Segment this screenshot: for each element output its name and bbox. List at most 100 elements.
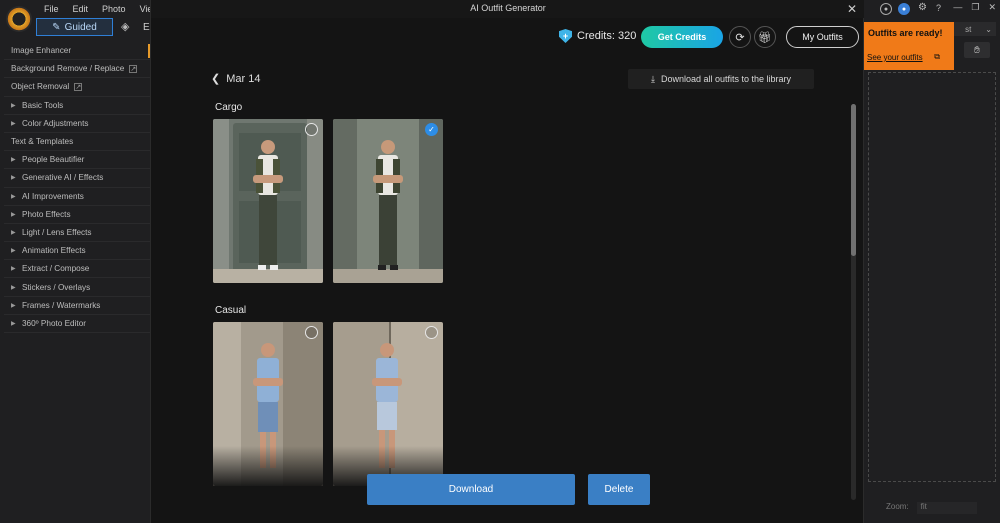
close-icon[interactable]: ✕ <box>847 2 857 16</box>
nav-item-label: Frames / Watermarks <box>22 300 101 310</box>
external-icon: ↗ <box>74 82 83 91</box>
selected-check-icon[interactable]: ✓ <box>425 123 438 136</box>
nav-item[interactable]: ▶ AI Improvements <box>4 188 150 206</box>
chevron-left-icon: ❮ <box>211 73 221 85</box>
close-window-icon[interactable]: ✕ <box>988 2 996 13</box>
outfit-thumbnail[interactable] <box>213 322 323 486</box>
outfit-thumbnail[interactable] <box>213 119 323 283</box>
delete-button[interactable]: Delete <box>588 474 650 505</box>
refresh-icon[interactable]: ⟳ <box>729 26 751 48</box>
tab-guided-label: Guided <box>64 21 97 33</box>
scrollbar-thumb[interactable] <box>851 104 856 256</box>
canvas-area[interactable] <box>868 72 996 482</box>
nav-item-label: Light / Lens Effects <box>22 227 92 237</box>
fade-overlay <box>213 446 323 486</box>
dialog-title: AI Outfit Generator <box>151 0 865 18</box>
nav-item-label: People Beautifier <box>22 155 85 165</box>
outfit-thumbnail[interactable] <box>333 322 443 486</box>
caret-right-icon: ▶ <box>11 248 16 255</box>
download-all-label: Download all outfits to the library <box>660 74 792 84</box>
menu-photo[interactable]: Photo <box>102 4 126 14</box>
nav-item[interactable]: Image Enhancer <box>4 42 150 61</box>
nav-item[interactable]: ▶ 360º Photo Editor <box>4 315 150 333</box>
external-link-icon[interactable]: ⧉ <box>934 52 940 62</box>
nav-item[interactable]: ▶ Photo Effects <box>4 206 150 224</box>
select-checkbox[interactable] <box>305 326 318 339</box>
back-button[interactable]: ❮ Mar 14 <box>211 72 261 86</box>
caret-right-icon: ▶ <box>11 320 16 327</box>
caret-right-icon: ▶ <box>11 193 16 200</box>
see-outfits-link[interactable]: See your outfits <box>867 53 923 62</box>
nav-item-label: Basic Tools <box>22 100 64 110</box>
nav-item[interactable]: Object Removal ↗ <box>4 78 150 97</box>
nav-item-label: Stickers / Overlays <box>22 282 91 292</box>
caret-right-icon: ▶ <box>11 229 16 236</box>
nav-item[interactable]: ▶ Light / Lens Effects <box>4 224 150 243</box>
help-icon[interactable]: ? <box>936 3 941 13</box>
nav-item[interactable]: ▶ Stickers / Overlays <box>4 278 150 297</box>
nav-item[interactable]: ▶ Generative AI / Effects <box>4 169 150 188</box>
outfit-thumbnail[interactable]: ✓ <box>333 119 443 283</box>
section-label-casual: Casual <box>215 305 247 316</box>
app-logo-icon[interactable] <box>6 6 32 32</box>
nav-item-label: Background Remove / Replace <box>11 64 125 74</box>
magic-wand-icon: ✎ <box>52 21 61 33</box>
view-select[interactable]: st ⌄ <box>950 22 996 36</box>
download-all-button[interactable]: ⤓ Download all outfits to the library <box>628 69 814 89</box>
nav-item[interactable]: Text & Templates <box>4 133 150 152</box>
select-checkbox[interactable] <box>425 326 438 339</box>
minimize-icon[interactable]: — <box>953 2 962 13</box>
nav-item[interactable]: ▶ Frames / Watermarks <box>4 297 150 315</box>
window-controls: — ❐ ✕ <box>953 2 996 13</box>
menu-bar: File Edit Photo View <box>44 4 159 14</box>
outfits-ready-toast: Outfits are ready! See your outfits ⧉ <box>864 22 954 70</box>
gear-icon[interactable]: ⚙ <box>918 2 927 13</box>
caret-right-icon: ▶ <box>11 302 16 309</box>
nav-item-label: Extract / Compose <box>22 264 90 274</box>
download-button[interactable]: Download <box>367 474 575 505</box>
notification-icon[interactable]: ● <box>898 3 910 15</box>
my-outfits-button[interactable]: My Outfits <box>786 26 859 48</box>
select-checkbox[interactable] <box>305 123 318 136</box>
nav-item-label: Image Enhancer <box>11 46 72 56</box>
nav-item[interactable]: Background Remove / Replace ↗ <box>4 60 150 79</box>
outfit-photo <box>333 119 443 283</box>
restore-icon[interactable]: ❐ <box>971 2 979 13</box>
nav-item[interactable]: ▶ Color Adjustments <box>4 115 150 133</box>
scrollbar-track[interactable] <box>851 104 856 500</box>
menu-file[interactable]: File <box>44 4 59 14</box>
credits-shield-icon: + <box>559 29 572 43</box>
caret-right-icon: ▶ <box>11 175 16 182</box>
nav-item[interactable]: ▶ Extract / Compose <box>4 260 150 279</box>
caret-right-icon: ▶ <box>11 211 16 218</box>
layers-icon[interactable]: ◈ <box>121 20 135 34</box>
date-label: Mar 14 <box>226 72 261 85</box>
get-credits-button[interactable]: Get Credits <box>641 26 723 48</box>
nav-item-label: Animation Effects <box>22 246 86 256</box>
nav-item-label: Color Adjustments <box>22 118 89 128</box>
nav-item[interactable]: ▶ Animation Effects <box>4 242 150 261</box>
outfit-photo <box>213 119 323 283</box>
nav-item-label: Photo Effects <box>22 209 71 219</box>
nav-item-label: Text & Templates <box>11 137 74 147</box>
hand-tool-icon[interactable]: ✋︎ <box>964 42 990 58</box>
external-icon: ↗ <box>129 64 138 73</box>
menu-edit[interactable]: Edit <box>73 4 89 14</box>
nav-item[interactable]: ▶ People Beautifier <box>4 151 150 170</box>
chevron-down-icon: ⌄ <box>985 24 992 34</box>
tab-guided[interactable]: ✎ Guided <box>36 18 113 36</box>
gift-icon[interactable]: 🎁︎ <box>754 26 776 48</box>
zoom-select[interactable]: fit <box>916 502 977 514</box>
nav-item[interactable]: ▶ Basic Tools <box>4 97 150 115</box>
toast-title: Outfits are ready! <box>868 28 943 38</box>
view-select-value: st <box>965 24 972 34</box>
guided-nav-list: Image Enhancer Background Remove / Replac… <box>4 42 150 333</box>
nav-item-label: Generative AI / Effects <box>22 173 104 183</box>
user-icon[interactable]: ● <box>880 3 892 15</box>
right-panel: ● ● ⚙ ? — ❐ ✕ st ⌄ ✋︎ Zoom: fit <box>864 0 1000 523</box>
tab-expert-label[interactable]: E <box>143 22 150 33</box>
section-label-cargo: Cargo <box>215 102 243 113</box>
caret-right-icon: ▶ <box>11 102 16 109</box>
nav-item-label: AI Improvements <box>22 191 84 201</box>
caret-right-icon: ▶ <box>11 157 16 164</box>
